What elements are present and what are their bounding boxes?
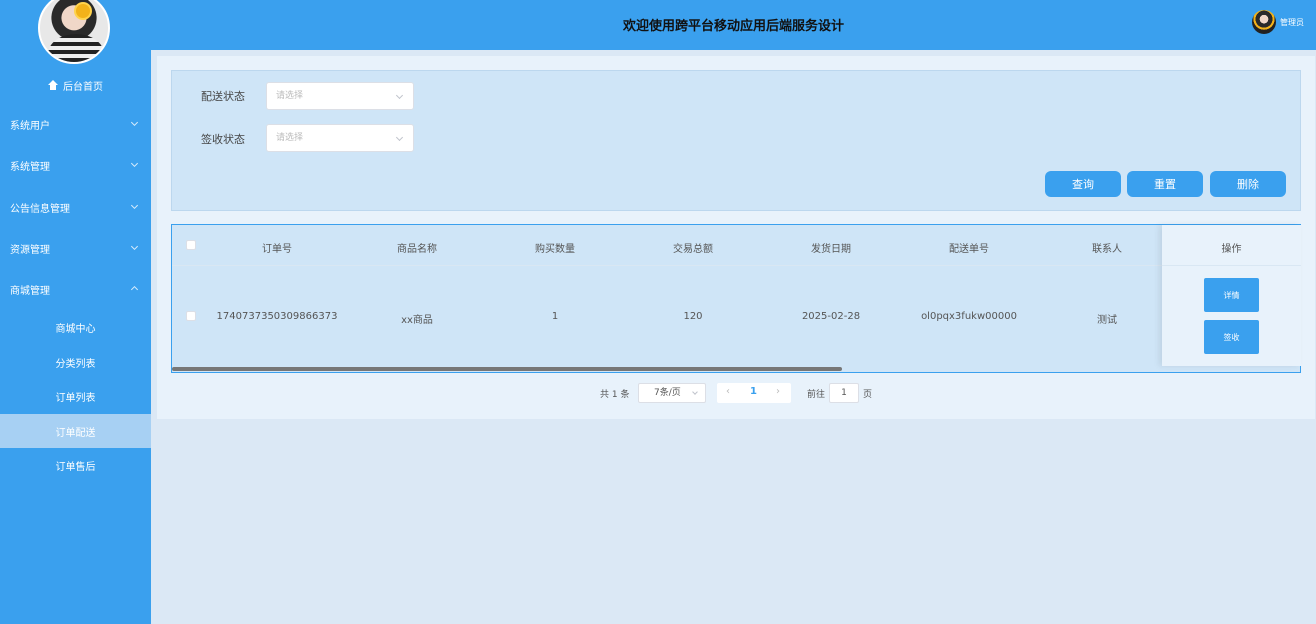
total-amount-cell: 120 bbox=[683, 311, 703, 322]
pagination: 共 1 条 7条/页 ‹ 1 › 前往 1 页 bbox=[0, 383, 1316, 405]
top-header: 欢迎使用跨平台移动应用后端服务设计 管理员 bbox=[151, 0, 1316, 50]
sidebar-group-mall-management[interactable]: 商城管理 bbox=[0, 278, 151, 300]
column-header: 商品名称 bbox=[397, 244, 437, 255]
page-title: 欢迎使用跨平台移动应用后端服务设计 bbox=[622, 19, 844, 34]
data-table: 订单号 商品名称 购买数量 交易总额 发货日期 配送单号 联系人 1740737… bbox=[171, 224, 1301, 373]
sidebar-group-label: 公告信息管理 bbox=[10, 203, 70, 215]
sidebar-item-label: 分类列表 bbox=[55, 358, 96, 370]
chevron-down-icon bbox=[130, 159, 139, 168]
sidebar-item-label: 订单售后 bbox=[55, 461, 96, 473]
sidebar-item-home[interactable]: 后台首页 bbox=[0, 76, 151, 94]
delete-button[interactable]: 删除 bbox=[1210, 171, 1286, 197]
contact-cell: 测试 bbox=[1097, 315, 1117, 326]
prev-page-icon[interactable]: ‹ bbox=[726, 386, 730, 397]
column-header: 配送单号 bbox=[949, 244, 989, 255]
current-page[interactable]: 1 bbox=[750, 386, 757, 397]
select-all-checkbox[interactable] bbox=[186, 240, 196, 250]
goto-page-input[interactable]: 1 bbox=[829, 383, 859, 403]
column-header: 发货日期 bbox=[811, 244, 851, 255]
page-suffix: 页 bbox=[863, 390, 873, 400]
sidebar-group-resource-management[interactable]: 资源管理 bbox=[0, 237, 151, 259]
sidebar-item-label: 后台首页 bbox=[63, 81, 103, 93]
page-size-value: 7条/页 bbox=[654, 388, 681, 398]
sidebar-group-label: 系统用户 bbox=[10, 120, 50, 132]
sidebar-group-system-management[interactable]: 系统管理 bbox=[0, 154, 151, 176]
sidebar-item-after-sales[interactable]: 订单售后 bbox=[0, 448, 151, 482]
admin-menu[interactable]: 管理员 bbox=[1252, 10, 1304, 34]
chevron-down-icon bbox=[130, 118, 139, 127]
admin-avatar bbox=[1252, 10, 1276, 34]
chevron-down-icon bbox=[130, 201, 139, 210]
sidebar-group-label: 系统管理 bbox=[10, 161, 50, 173]
column-header: 操作 bbox=[1221, 244, 1242, 255]
detail-button[interactable]: 详情 bbox=[1204, 278, 1259, 312]
chevron-down-icon bbox=[395, 133, 404, 142]
sidebar-item-label: 订单配送 bbox=[55, 427, 96, 439]
sidebar-item-category-list[interactable]: 分类列表 bbox=[0, 345, 151, 379]
avatar bbox=[38, 0, 110, 64]
chevron-up-icon bbox=[130, 285, 139, 294]
header-divider bbox=[1162, 265, 1301, 266]
horizontal-scrollbar[interactable] bbox=[172, 367, 842, 371]
ship-date-cell: 2025-02-28 bbox=[801, 311, 861, 322]
column-header: 交易总额 bbox=[673, 244, 713, 255]
sign-receipt-button[interactable]: 签收 bbox=[1204, 320, 1259, 354]
column-header: 联系人 bbox=[1092, 244, 1122, 255]
row-checkbox[interactable] bbox=[186, 311, 196, 321]
query-button[interactable]: 查询 bbox=[1045, 171, 1121, 197]
goto-label: 前往 bbox=[807, 390, 826, 400]
reset-button[interactable]: 重置 bbox=[1127, 171, 1203, 197]
sidebar-group-label: 商城管理 bbox=[10, 285, 50, 297]
product-name-cell: xx商品 bbox=[401, 315, 433, 326]
delivery-number-cell: ol0pqx3fukw00000 bbox=[921, 311, 1017, 322]
order-number-cell: 1740737350309866373 bbox=[216, 311, 338, 322]
chevron-down-icon bbox=[692, 389, 698, 395]
quantity-cell: 1 bbox=[551, 311, 559, 322]
sidebar-group-label: 资源管理 bbox=[10, 244, 50, 256]
admin-label: 管理员 bbox=[1280, 17, 1304, 27]
column-header: 购买数量 bbox=[535, 244, 575, 255]
sidebar-item-label: 商城中心 bbox=[55, 323, 96, 335]
receipt-status-select[interactable]: 请选择 bbox=[266, 124, 414, 152]
chevron-down-icon bbox=[130, 242, 139, 251]
page-size-select[interactable]: 7条/页 bbox=[638, 383, 706, 403]
sidebar-item-mall-center[interactable]: 商城中心 bbox=[0, 310, 151, 344]
home-icon bbox=[48, 80, 58, 90]
select-placeholder: 请选择 bbox=[276, 91, 304, 101]
sidebar-group-system-users[interactable]: 系统用户 bbox=[0, 113, 151, 135]
delivery-status-label: 配送状态 bbox=[201, 90, 245, 103]
next-page-icon[interactable]: › bbox=[776, 386, 780, 397]
receipt-status-label: 签收状态 bbox=[201, 133, 245, 146]
chevron-down-icon bbox=[395, 91, 404, 100]
sidebar: 后台首页 系统用户 系统管理 公告信息管理 资源管理 商城管理 商城中心 分类列… bbox=[0, 0, 151, 624]
filter-panel: 配送状态 请选择 签收状态 请选择 查询 重置 删除 bbox=[171, 70, 1301, 211]
delivery-status-select[interactable]: 请选择 bbox=[266, 82, 414, 110]
sidebar-group-notice-management[interactable]: 公告信息管理 bbox=[0, 196, 151, 218]
column-header: 订单号 bbox=[262, 244, 292, 255]
sidebar-item-order-delivery[interactable]: 订单配送 bbox=[0, 414, 151, 448]
select-placeholder: 请选择 bbox=[276, 133, 304, 143]
total-count: 共 1 条 bbox=[600, 390, 630, 400]
header-divider bbox=[172, 265, 1162, 266]
operations-column: 操作 详情 签收 bbox=[1162, 225, 1301, 366]
